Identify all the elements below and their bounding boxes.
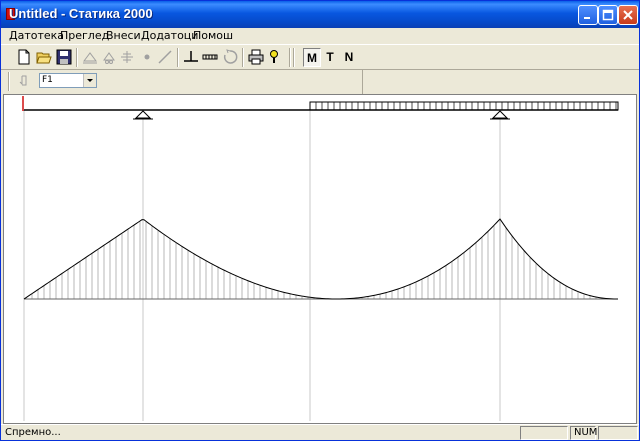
distributed-load bbox=[309, 101, 619, 111]
pointer-icon bbox=[19, 75, 27, 86]
beam-diagram bbox=[22, 96, 619, 421]
moment-button[interactable] bbox=[221, 48, 239, 66]
distributed-load-button[interactable] bbox=[201, 48, 219, 66]
maximize-button[interactable] bbox=[598, 5, 618, 25]
print-icon bbox=[248, 49, 264, 65]
toolbar-separator bbox=[289, 48, 291, 67]
load-case-value: F1 bbox=[42, 75, 53, 85]
open-icon bbox=[36, 52, 52, 64]
shear-diagram-button[interactable]: T bbox=[321, 48, 339, 67]
pinned-support-icon bbox=[103, 52, 115, 64]
node-icon bbox=[144, 54, 150, 60]
distributed-load-icon bbox=[202, 54, 218, 60]
menu-help[interactable]: Помош bbox=[193, 29, 233, 42]
roller-support-icon bbox=[121, 51, 133, 63]
status-panel-empty bbox=[598, 426, 638, 440]
status-text: Спремно... bbox=[5, 427, 61, 438]
roller-support-button[interactable] bbox=[118, 48, 136, 66]
menu-bar: Датотека Преглед Внеси Додатоци Помош bbox=[1, 28, 639, 44]
menu-view[interactable]: Преглед bbox=[60, 29, 109, 42]
pin-support bbox=[134, 110, 152, 119]
help-icon bbox=[270, 50, 278, 63]
axial-diagram-button[interactable]: N bbox=[340, 48, 358, 67]
chevron-down-icon bbox=[87, 79, 93, 82]
menu-insert[interactable]: Внеси bbox=[106, 29, 141, 42]
save-icon bbox=[56, 49, 72, 65]
load-case-select[interactable]: F1 bbox=[39, 73, 97, 88]
toolbar-separator bbox=[242, 48, 244, 67]
fixed-support-icon bbox=[83, 52, 97, 64]
toolbar-separator bbox=[76, 48, 78, 67]
moment-diagram-button[interactable]: M bbox=[303, 48, 321, 67]
maximize-icon bbox=[602, 9, 614, 21]
close-button[interactable] bbox=[618, 5, 638, 25]
drawing-canvas[interactable] bbox=[3, 94, 637, 424]
pin-support bbox=[491, 110, 509, 119]
pointer-button[interactable] bbox=[15, 72, 33, 90]
toolbar-separator bbox=[8, 72, 10, 91]
point-load-button[interactable] bbox=[182, 48, 200, 66]
toolbar-separator bbox=[177, 48, 179, 67]
new-button[interactable] bbox=[15, 48, 33, 66]
title-bar[interactable]: Untitled - Статика 2000 bbox=[1, 1, 639, 28]
menu-file[interactable]: Датотека bbox=[9, 29, 64, 42]
new-icon bbox=[18, 49, 30, 65]
point-load-icon bbox=[184, 51, 198, 62]
print-button[interactable] bbox=[247, 48, 265, 66]
status-bar: Спремно... NUM bbox=[1, 424, 639, 440]
help-button[interactable] bbox=[265, 48, 283, 66]
toolbar-separator bbox=[293, 48, 295, 67]
close-icon bbox=[623, 10, 633, 20]
secondary-toolbar: F1 bbox=[1, 70, 363, 94]
main-toolbar: M T N bbox=[1, 44, 639, 70]
open-button[interactable] bbox=[35, 48, 53, 66]
application-window: Untitled - Статика 2000 Датотека Преглед… bbox=[0, 0, 640, 441]
status-panel-empty bbox=[520, 426, 568, 440]
num-lock-indicator: NUM bbox=[570, 426, 597, 440]
minimize-icon bbox=[584, 17, 590, 19]
dropdown-arrow[interactable] bbox=[83, 74, 96, 87]
menu-addons[interactable]: Додатоци bbox=[141, 29, 198, 42]
pinned-support-button[interactable] bbox=[100, 48, 118, 66]
member-button[interactable] bbox=[156, 48, 174, 66]
save-button[interactable] bbox=[55, 48, 73, 66]
moment-icon bbox=[223, 49, 238, 64]
fixed-support-button[interactable] bbox=[81, 48, 99, 66]
minimize-button[interactable] bbox=[578, 5, 598, 25]
window-title: Untitled - Статика 2000 bbox=[9, 6, 153, 21]
member-icon bbox=[158, 50, 172, 64]
node-button[interactable] bbox=[138, 48, 156, 66]
moment-curve bbox=[23, 218, 619, 300]
